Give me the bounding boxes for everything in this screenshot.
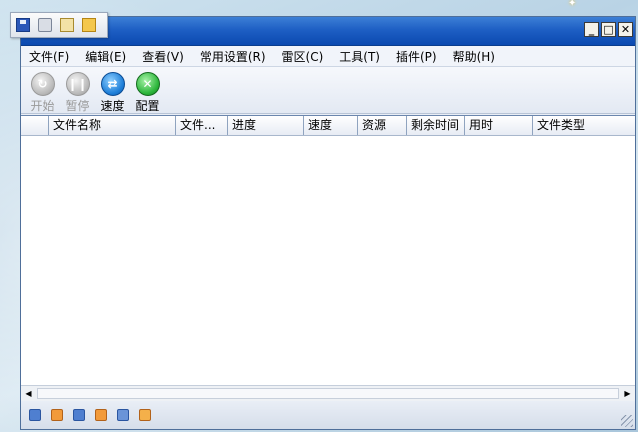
menu-plugins[interactable]: 插件(P) (388, 48, 445, 65)
quick-access-bar (10, 12, 108, 38)
menu-help[interactable]: 帮助(H) (445, 48, 503, 65)
minimize-button[interactable]: _ (584, 22, 599, 37)
start-button[interactable]: ↻ 开始 (25, 67, 60, 114)
menu-file[interactable]: 文件(F) (21, 48, 77, 65)
column-filetype[interactable]: 文件类型 (533, 116, 635, 135)
column-header: 文件名称 文件... 进度 速度 资源 剩余时间 用时 文件类型 (21, 116, 635, 136)
config-label: 配置 (135, 99, 160, 113)
maximize-button[interactable]: □ (601, 22, 616, 37)
menu-edit[interactable]: 编辑(E) (77, 48, 134, 65)
column-progress[interactable]: 进度 (228, 116, 304, 135)
horizontal-scrollbar[interactable]: ◀ ▶ (21, 385, 635, 401)
status-bars-icon[interactable] (139, 409, 151, 421)
column-status[interactable] (21, 116, 49, 135)
menu-settings[interactable]: 常用设置(R) (192, 48, 274, 65)
config-button[interactable]: ✕ 配置 (130, 67, 165, 114)
column-filename[interactable]: 文件名称 (49, 116, 176, 135)
menu-minefield[interactable]: 雷区(C) (274, 48, 332, 65)
status-grid-icon[interactable] (51, 409, 63, 421)
resize-grip-icon[interactable] (621, 415, 633, 427)
close-button[interactable]: ✕ (618, 22, 633, 37)
speed-button[interactable]: ⇄ 速度 (95, 67, 130, 114)
title-bar[interactable]: _ □ ✕ (21, 17, 635, 46)
config-butterfly-icon: ✕ (135, 72, 160, 96)
column-filesize[interactable]: 文件... (176, 116, 228, 135)
menu-tools[interactable]: 工具(T) (331, 48, 388, 65)
print-icon[interactable] (38, 18, 52, 32)
menu-view[interactable]: 查看(V) (134, 48, 192, 65)
toolbar: ↻ 开始 ❙❙ 暂停 ⇄ 速度 ✕ 配置 (21, 67, 635, 114)
download-list[interactable]: 文件名称 文件... 进度 速度 资源 剩余时间 用时 文件类型 (21, 115, 635, 386)
menu-bar: 文件(F) 编辑(E) 查看(V) 常用设置(R) 雷区(C) 工具(T) 插件… (21, 46, 635, 67)
window-controls: _ □ ✕ (584, 22, 633, 37)
column-speed[interactable]: 速度 (304, 116, 358, 135)
desktop-sparkle-icon: ✦ (568, 0, 577, 9)
mail-icon[interactable] (60, 18, 74, 32)
column-elapsed-time[interactable]: 用时 (465, 116, 533, 135)
save-icon[interactable] (16, 18, 30, 32)
start-label: 开始 (30, 99, 55, 113)
status-info-icon[interactable] (73, 409, 85, 421)
status-r-icon[interactable] (29, 409, 41, 421)
refresh-icon: ↻ (30, 72, 55, 96)
speed-label: 速度 (100, 99, 125, 113)
column-resources[interactable]: 资源 (358, 116, 407, 135)
scroll-left-arrow-icon[interactable]: ◀ (21, 386, 36, 401)
main-window: _ □ ✕ 文件(F) 编辑(E) 查看(V) 常用设置(R) 雷区(C) 工具… (20, 16, 636, 430)
pause-button[interactable]: ❙❙ 暂停 (60, 67, 95, 114)
scroll-right-arrow-icon[interactable]: ▶ (620, 386, 635, 401)
column-remaining-time[interactable]: 剩余时间 (407, 116, 465, 135)
folder-icon[interactable] (82, 18, 96, 32)
pause-label: 暂停 (65, 99, 90, 113)
scroll-track[interactable] (37, 388, 619, 399)
status-monitor-icon[interactable] (117, 409, 129, 421)
status-bar (21, 401, 635, 429)
speed-arrows-icon: ⇄ (100, 72, 125, 96)
status-arrow-icon[interactable] (95, 409, 107, 421)
pause-icon: ❙❙ (65, 72, 90, 96)
